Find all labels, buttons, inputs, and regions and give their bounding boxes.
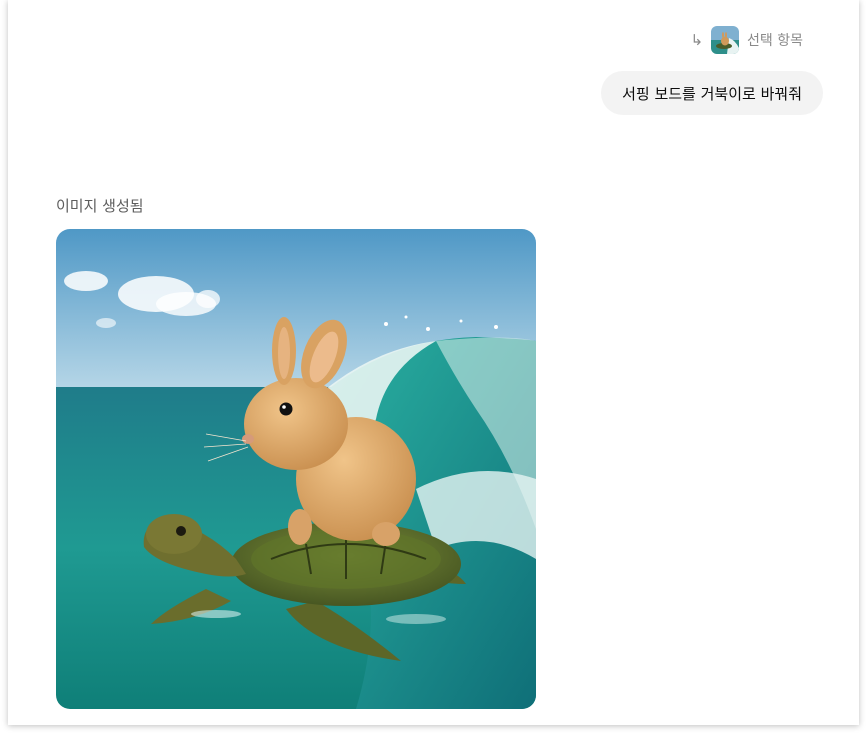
chat-window: ↳ 선택 항목 서핑 보드를 거북이로 바꿔줘 이미지 생성됨 xyxy=(8,0,859,725)
selection-reference-label: 선택 항목 xyxy=(747,33,803,49)
user-message-bubble: 서핑 보드를 거북이로 바꿔줘 xyxy=(601,71,823,115)
selection-thumbnail xyxy=(711,26,740,54)
selection-reference[interactable]: ↳ 선택 항목 xyxy=(690,26,803,54)
generated-image[interactable] xyxy=(56,229,536,709)
reply-arrow-icon: ↳ xyxy=(690,30,704,49)
user-message-text: 서핑 보드를 거북이로 바꿔줘 xyxy=(622,84,802,103)
image-generated-label: 이미지 생성됨 xyxy=(56,197,144,215)
